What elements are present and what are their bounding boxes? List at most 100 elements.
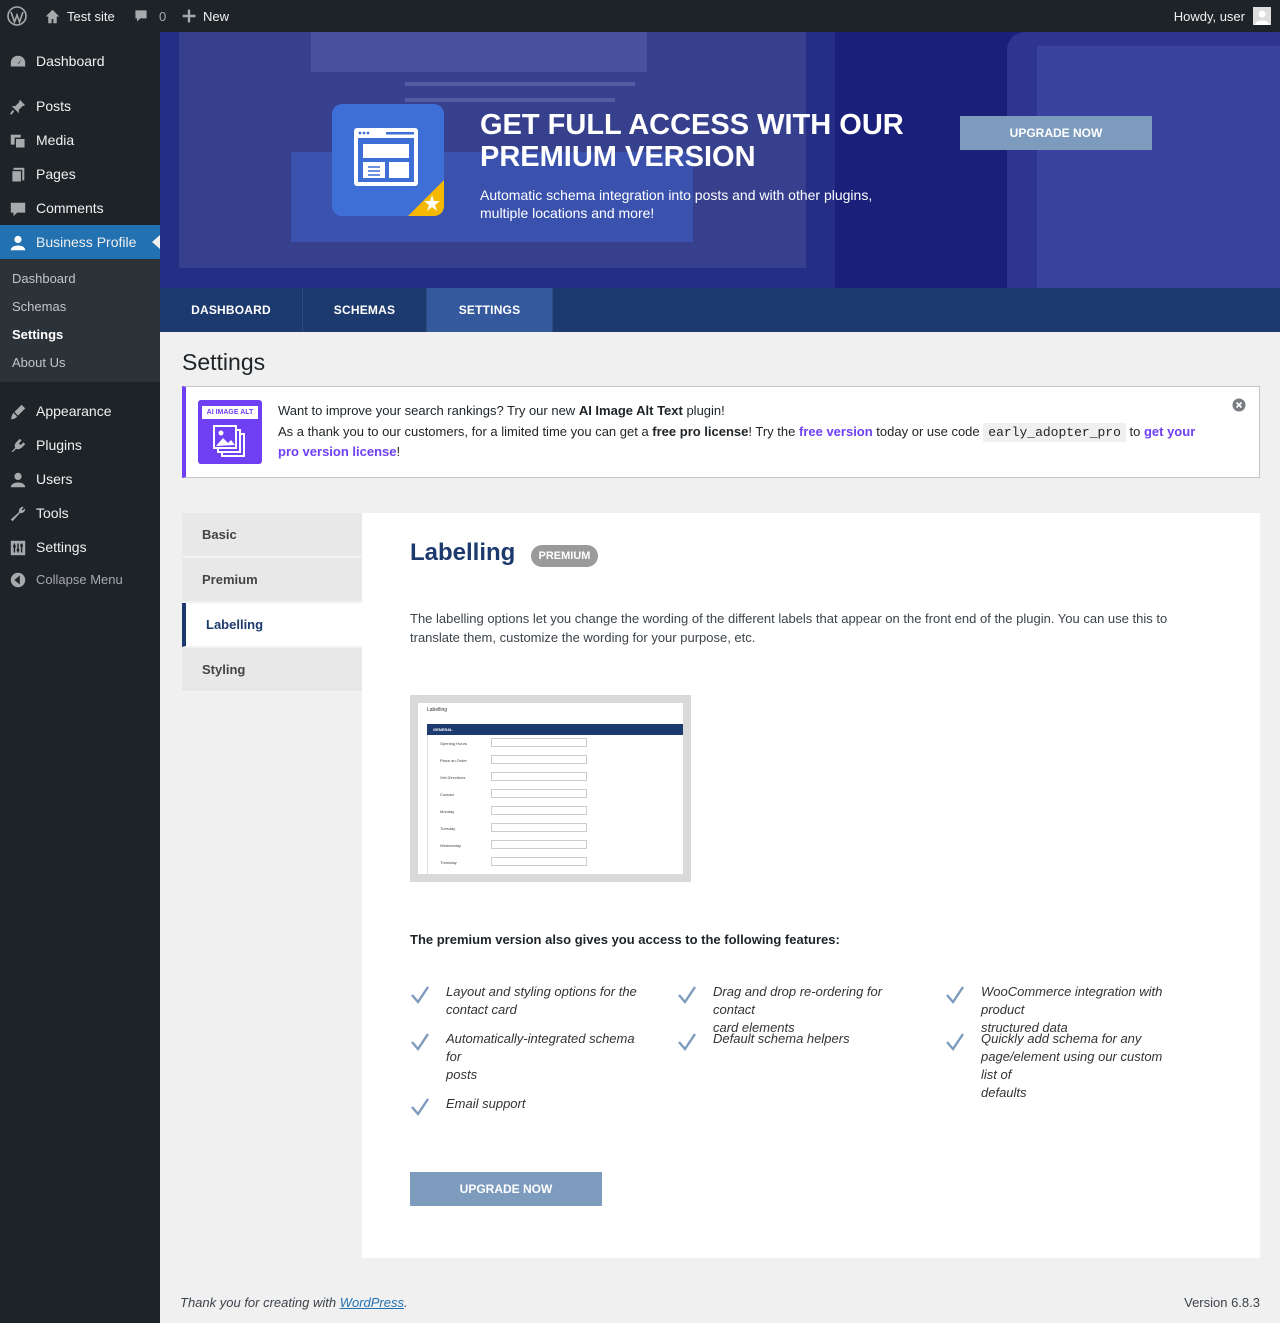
feature-text: posts xyxy=(446,1067,478,1082)
description-line: The labelling options let you change the… xyxy=(410,611,1168,626)
text: today or use code xyxy=(872,424,984,439)
business-profile-submenu: Dashboard Schemas Settings About Us xyxy=(0,259,160,382)
submenu-settings[interactable]: Settings xyxy=(12,327,63,342)
logo-badge-text: AI IMAGE ALT TEXT xyxy=(202,406,258,429)
preview-row-label: Opening Hours xyxy=(440,741,467,746)
submenu-about-us[interactable]: About Us xyxy=(12,355,65,370)
notice-line-1: Want to improve your search rankings? Tr… xyxy=(278,401,725,421)
media-icon xyxy=(9,132,27,150)
pro-license-link[interactable]: pro version license xyxy=(278,444,397,459)
menu-label: Users xyxy=(36,471,73,487)
wordpress-link[interactable]: WordPress xyxy=(340,1295,404,1310)
settings-tab-labelling[interactable]: Labelling xyxy=(182,603,362,647)
preview-row-label: Thursday xyxy=(440,860,457,865)
menu-label: Pages xyxy=(36,166,76,182)
pro-license-link[interactable]: get your xyxy=(1144,424,1195,439)
greeting: Howdy, user xyxy=(1173,8,1245,24)
notice-line-2: As a thank you to our customers, for a l… xyxy=(278,422,1218,443)
admin-sidebar: Dashboard Posts Media Pages Comments Bus… xyxy=(0,32,160,1323)
text: plugin! xyxy=(682,403,725,418)
tab-schemas[interactable]: SCHEMAS xyxy=(303,288,427,332)
feature-text: Drag and drop re-ordering for contact xyxy=(713,984,883,1017)
preview-row-label: Tuesday xyxy=(440,826,456,831)
free-version-link[interactable]: free version xyxy=(799,424,873,439)
banner-title: GET FULL ACCESS WITH OUR PREMIUM VERSION xyxy=(480,109,904,173)
checkmark-icon xyxy=(411,1098,429,1116)
submenu-dashboard[interactable]: Dashboard xyxy=(12,271,76,286)
submenu-schemas[interactable]: Schemas xyxy=(12,299,66,314)
checkmark-icon xyxy=(411,986,429,1004)
menu-label: Tools xyxy=(36,505,69,521)
text: . xyxy=(404,1295,408,1310)
footer-version: Version 6.8.3 xyxy=(1184,1295,1260,1310)
banner-subtitle-line: multiple locations and more! xyxy=(480,205,655,221)
banner-title-line: PREMIUM VERSION xyxy=(480,141,756,173)
labelling-preview-image: Labelling GENERAL Opening Hours Place an … xyxy=(410,695,691,882)
text: ! Try the xyxy=(748,424,799,439)
menu-plugins[interactable]: Plugins xyxy=(0,428,160,462)
wrench-icon xyxy=(9,505,27,523)
menu-users[interactable]: Users xyxy=(0,462,160,496)
preview-row-input xyxy=(491,772,587,781)
promo-notice: AI IMAGE ALT TEXT Want to improve your s… xyxy=(182,386,1260,478)
settings-icon xyxy=(9,539,27,557)
tab-settings[interactable]: SETTINGS xyxy=(427,288,553,332)
feature-text: page/element using our custom list of xyxy=(981,1049,1163,1082)
menu-label: Plugins xyxy=(36,437,82,453)
settings-tab-premium[interactable]: Premium xyxy=(182,558,362,602)
section-title: Labelling xyxy=(410,539,516,566)
menu-dashboard[interactable]: Dashboard xyxy=(0,44,160,78)
menu-comments[interactable]: Comments xyxy=(0,191,160,225)
banner-subtitle: Automatic schema integration into posts … xyxy=(480,186,872,222)
feature-text: Automatically-integrated schema for xyxy=(446,1031,635,1064)
preview-row-label: Place an Order xyxy=(440,758,467,763)
menu-pages[interactable]: Pages xyxy=(0,157,160,191)
menu-settings[interactable]: Settings xyxy=(0,530,160,564)
dismiss-icon[interactable] xyxy=(1232,398,1246,412)
active-arrow xyxy=(152,235,160,249)
menu-label: Appearance xyxy=(36,403,112,419)
menu-collapse[interactable]: Collapse Menu xyxy=(0,562,160,596)
feature-item: WooCommerce integration with product stru… xyxy=(945,983,1175,1037)
feature-text: contact card xyxy=(446,1002,517,1017)
menu-label: Comments xyxy=(36,200,104,216)
banner-subtitle-line: Automatic schema integration into posts … xyxy=(480,187,873,203)
plugin-icon xyxy=(9,437,27,455)
feature-text: WooCommerce integration with product xyxy=(981,984,1163,1017)
notice-line-3: pro version license! xyxy=(278,442,400,462)
preview-row-input xyxy=(491,806,587,815)
banner-title-line: GET FULL ACCESS WITH OUR xyxy=(480,109,904,141)
description-line: translate them, customize the wording fo… xyxy=(410,630,756,645)
comments-count: 0 xyxy=(159,8,167,24)
text: Want to improve your search rankings? Tr… xyxy=(278,403,579,418)
menu-posts[interactable]: Posts xyxy=(0,89,160,123)
premium-banner: GET FULL ACCESS WITH OUR PREMIUM VERSION… xyxy=(160,32,1280,288)
collapse-icon xyxy=(9,571,27,589)
feature-text: defaults xyxy=(981,1085,1027,1100)
user-icon xyxy=(9,234,27,252)
menu-tools[interactable]: Tools xyxy=(0,496,160,530)
menu-business-profile[interactable]: Business Profile xyxy=(0,225,160,259)
menu-label: Collapse Menu xyxy=(36,571,123,587)
settings-tab-basic[interactable]: Basic xyxy=(182,513,362,557)
menu-appearance[interactable]: Appearance xyxy=(0,394,160,428)
settings-tab-styling[interactable]: Styling xyxy=(182,648,362,692)
banner-upgrade-button[interactable]: UPGRADE NOW xyxy=(960,116,1152,150)
section-description: The labelling options let you change the… xyxy=(410,609,1210,647)
feature-item: Drag and drop re-ordering for contact car… xyxy=(677,983,907,1037)
wordpress-logo-icon[interactable] xyxy=(7,0,27,32)
labelling-panel: Labelling PREMIUM The labelling options … xyxy=(362,513,1260,1258)
account-menu[interactable]: Howdy, user xyxy=(1174,0,1271,32)
new-content-link[interactable]: New xyxy=(181,0,229,32)
home-icon xyxy=(45,9,60,23)
plugin-name: AI Image Alt Text xyxy=(578,403,683,418)
text: Thank you for creating with xyxy=(180,1295,340,1310)
menu-media[interactable]: Media xyxy=(0,123,160,157)
upgrade-button[interactable]: UPGRADE NOW xyxy=(410,1172,602,1206)
tab-dashboard[interactable]: DASHBOARD xyxy=(160,288,303,332)
preview-row-input xyxy=(491,789,587,798)
feature-text: Quickly add schema for any xyxy=(981,1031,1142,1046)
checkmark-icon xyxy=(678,986,696,1004)
site-name-link[interactable]: Test site xyxy=(44,0,115,32)
comments-link[interactable]: 0 xyxy=(133,0,166,32)
